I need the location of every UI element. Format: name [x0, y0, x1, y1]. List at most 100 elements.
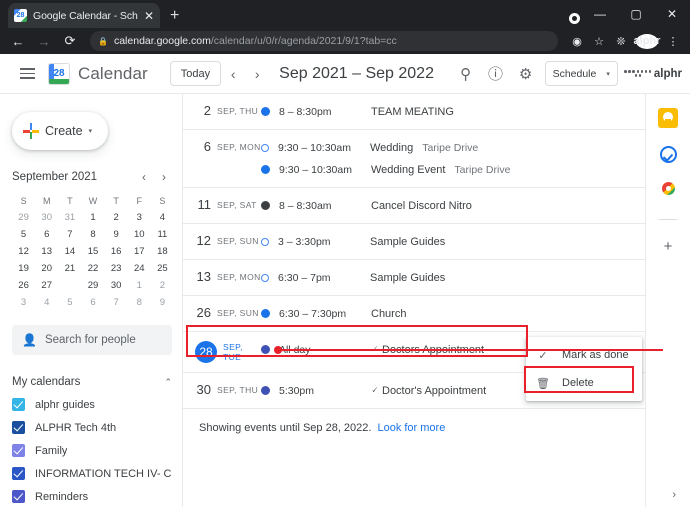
share-screen-icon[interactable]: ◉ [566, 35, 588, 48]
mini-calendar-day[interactable]: 31 [58, 209, 81, 226]
calendar-list-item[interactable]: Family [12, 439, 172, 462]
view-selector[interactable]: Schedule ▾ [544, 61, 618, 86]
mini-calendar-day[interactable]: 13 [35, 243, 58, 260]
mini-calendar-day[interactable]: 27 [35, 277, 58, 294]
chrome-menu-icon[interactable]: ⋮ [662, 35, 684, 48]
agenda-row[interactable]: 26 SEP, SUN 6:30 – 7:30pm Church [183, 296, 645, 332]
mini-calendar-day[interactable]: 9 [151, 294, 174, 311]
mini-calendar-day[interactable]: 4 [151, 209, 174, 226]
agenda-event[interactable]: 6:30 – 7pm Sample Guides [261, 269, 645, 286]
mini-calendar-day[interactable]: 14 [58, 243, 81, 260]
mini-calendar-day[interactable]: 22 [81, 260, 104, 277]
look-for-more-link[interactable]: Look for more [377, 422, 445, 434]
calendar-list-item[interactable]: alphr guides [12, 393, 172, 416]
agenda-event[interactable]: 8 – 8:30pm TEAM MEATING [261, 103, 645, 120]
mini-calendar-day[interactable]: 17 [128, 243, 151, 260]
mini-calendar-day[interactable]: 21 [58, 260, 81, 277]
mini-calendar-day[interactable]: 16 [105, 243, 128, 260]
mini-calendar-day[interactable]: 4 [35, 294, 58, 311]
maximize-button[interactable]: ▢ [618, 7, 654, 21]
help-icon[interactable]: ⓘ [481, 63, 511, 84]
calendar-checkbox[interactable] [12, 444, 25, 457]
agenda-event[interactable]: 8 – 8:30am Cancel Discord Nitro [261, 197, 645, 214]
agenda-row[interactable]: 12 SEP, SUN 3 – 3:30pm Sample Guides [183, 224, 645, 260]
mini-calendar-day[interactable]: 8 [128, 294, 151, 311]
agenda-event[interactable]: 3 – 3:30pm Sample Guides [261, 233, 645, 250]
mini-calendar-day[interactable]: 7 [58, 226, 81, 243]
mini-calendar-day[interactable]: 1 [128, 277, 151, 294]
mini-calendar-day[interactable]: 3 [128, 209, 151, 226]
google-apps-icon[interactable] [624, 70, 652, 77]
keep-icon[interactable] [658, 108, 678, 128]
new-tab-button[interactable]: + [170, 7, 179, 25]
back-icon[interactable]: ← [6, 34, 30, 49]
mini-calendar-day[interactable]: 7 [105, 294, 128, 311]
mini-calendar-day[interactable]: 11 [151, 226, 174, 243]
mini-calendar-day[interactable]: 15 [81, 243, 104, 260]
context-menu-item-mark-as-done[interactable]: ✓ Mark as done [526, 341, 642, 369]
address-bar[interactable]: 🔒 calendar.google.com/calendar/u/0/r/age… [90, 31, 558, 51]
mini-calendar-day[interactable]: 1 [81, 209, 104, 226]
forward-icon[interactable]: → [32, 34, 56, 49]
mini-calendar-day[interactable]: 20 [35, 260, 58, 277]
agenda-row[interactable]: 13 SEP, MON 6:30 – 7pm Sample Guides [183, 260, 645, 296]
mini-calendar-day[interactable]: 30 [35, 209, 58, 226]
mini-calendar-day[interactable]: 29 [81, 277, 104, 294]
agenda-event[interactable]: 9:30 – 10:30am Wedding Taripe Drive [261, 139, 645, 156]
calendar-checkbox[interactable] [12, 398, 25, 411]
mini-calendar-day[interactable]: 3 [12, 294, 35, 311]
calendar-checkbox[interactable] [12, 467, 25, 480]
mini-calendar-day[interactable]: 26 [12, 277, 35, 294]
mini-calendar-day[interactable]: 5 [12, 226, 35, 243]
calendar-list-item[interactable]: INFORMATION TECH IV- C… [12, 462, 172, 485]
context-menu-item-delete[interactable]: 🗑 Delete [526, 369, 642, 397]
calendar-list-item[interactable]: ALPHR Tech 4th [12, 416, 172, 439]
minimize-button[interactable]: — [582, 7, 618, 21]
extensions-icon[interactable]: ❊ [610, 35, 632, 48]
mini-calendar-day[interactable]: 18 [151, 243, 174, 260]
calendar-list-item[interactable]: Reminders [12, 485, 172, 508]
search-people-input[interactable]: 👤 Search for people [12, 325, 172, 355]
mini-calendar-day[interactable]: 30 [105, 277, 128, 294]
mini-calendar-day[interactable]: 12 [12, 243, 35, 260]
my-calendars-header[interactable]: My calendars ⌃ [12, 371, 172, 393]
main-menu-icon[interactable] [10, 68, 44, 79]
mini-calendar-day[interactable]: 29 [12, 209, 35, 226]
mini-calendar-day[interactable]: 5 [58, 294, 81, 311]
profile-avatar[interactable]: alphr [634, 33, 660, 49]
mini-calendar-day[interactable]: 19 [12, 260, 35, 277]
agenda-row[interactable]: 6 SEP, MON 9:30 – 10:30am Wedding Taripe Dri… [183, 130, 645, 188]
chevron-up-icon[interactable]: ⌃ [164, 377, 172, 388]
agenda-event[interactable]: 6:30 – 7:30pm Church [261, 305, 645, 322]
search-icon[interactable]: ⚲ [451, 65, 481, 83]
mini-calendar-day[interactable]: 10 [128, 226, 151, 243]
mini-calendar-day[interactable]: 24 [128, 260, 151, 277]
calendar-checkbox[interactable] [12, 490, 25, 503]
tasks-icon[interactable] [659, 146, 677, 163]
settings-gear-icon[interactable]: ⚙ [511, 65, 541, 83]
mini-prev-month-icon[interactable]: ‹ [134, 170, 154, 184]
browser-tab[interactable]: Google Calendar - Schedule start ✕ [8, 3, 160, 28]
mini-calendar-day[interactable]: 6 [35, 226, 58, 243]
account-label[interactable]: alphr [654, 68, 682, 80]
create-button[interactable]: Create ▾ [12, 112, 108, 150]
mini-calendar-day[interactable]: 28 [58, 277, 81, 294]
mini-calendar-day[interactable]: 6 [81, 294, 104, 311]
mini-calendar-day[interactable]: 25 [151, 260, 174, 277]
mini-calendar-day[interactable]: 2 [151, 277, 174, 294]
calendar-checkbox[interactable] [12, 421, 25, 434]
agenda-row[interactable]: 2 SEP, THU 8 – 8:30pm TEAM MEATING [183, 94, 645, 130]
today-button[interactable]: Today [169, 61, 222, 86]
reload-icon[interactable]: ⟳ [58, 33, 82, 49]
bookmark-star-icon[interactable]: ☆ [588, 35, 610, 48]
maps-icon[interactable] [658, 181, 678, 201]
close-window-button[interactable]: ✕ [654, 7, 690, 21]
close-tab-icon[interactable]: ✕ [144, 9, 154, 23]
prev-period-icon[interactable]: ‹ [221, 66, 245, 82]
mini-calendar-day[interactable]: 23 [105, 260, 128, 277]
collapse-panel-icon[interactable]: › [672, 489, 676, 501]
next-period-icon[interactable]: › [245, 66, 269, 82]
mini-calendar-day[interactable]: 9 [105, 226, 128, 243]
add-addon-icon[interactable]: + [664, 238, 673, 255]
agenda-event[interactable]: 9:30 – 10:30am Wedding Event Taripe Drive [261, 161, 645, 178]
